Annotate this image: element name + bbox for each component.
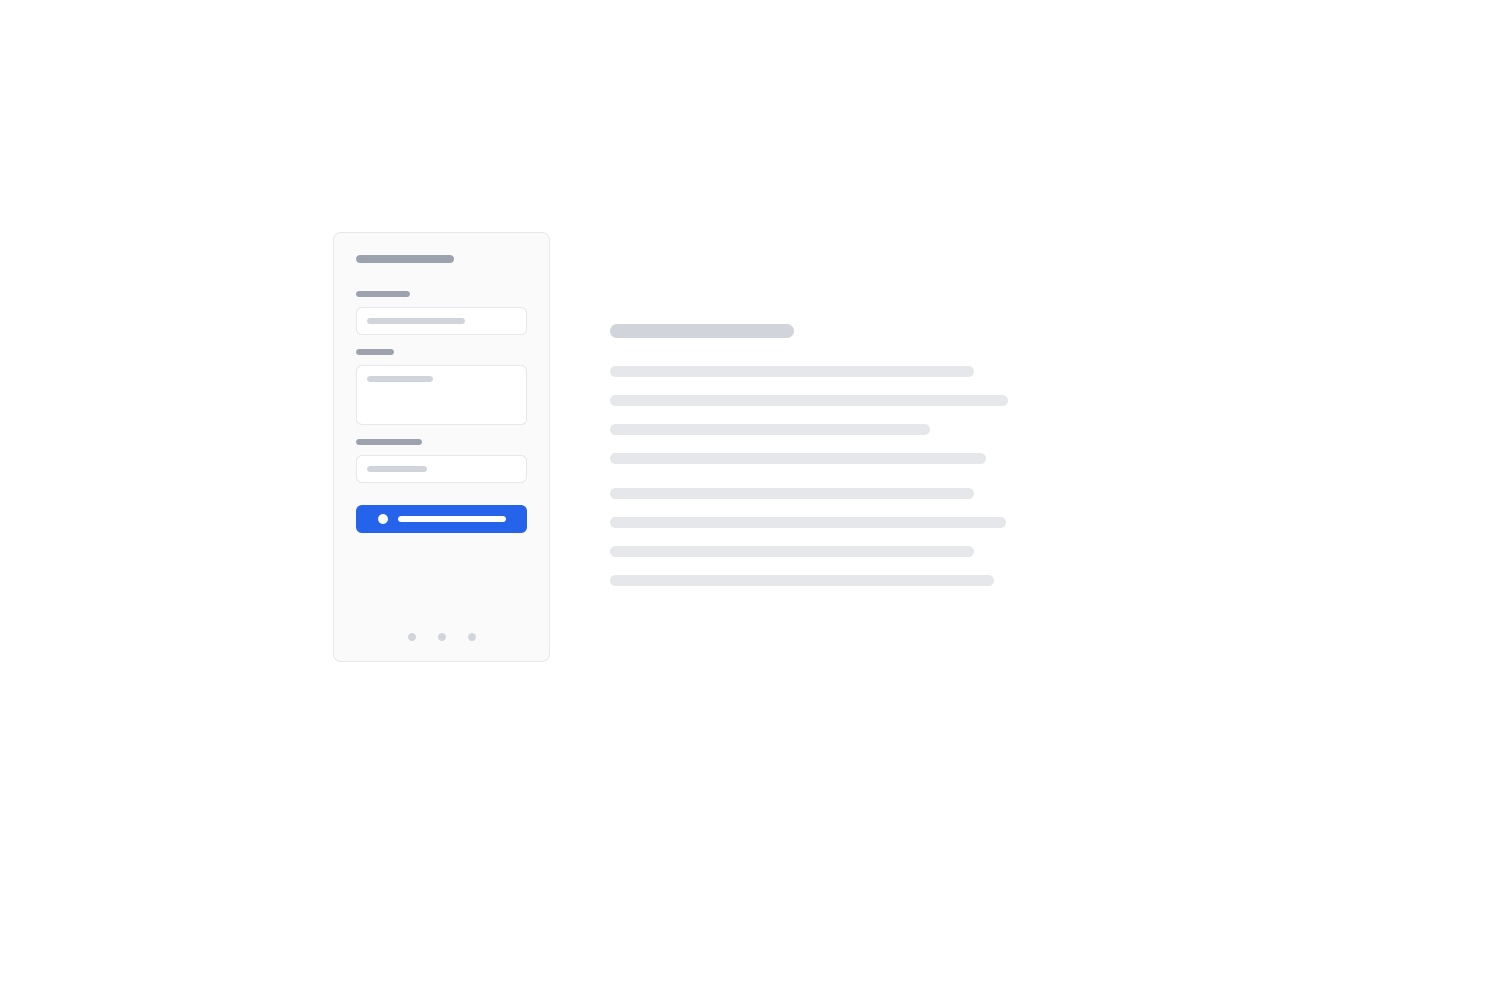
content-line <box>610 575 994 586</box>
form-group-3 <box>356 439 527 483</box>
form-panel <box>333 232 550 662</box>
text-input-1[interactable] <box>356 307 527 335</box>
pagination-dot-2[interactable] <box>438 633 446 641</box>
content-area <box>610 232 1008 662</box>
field-label-1 <box>356 291 410 297</box>
input-placeholder-1 <box>367 318 465 324</box>
pagination-dots <box>408 633 476 641</box>
submit-button[interactable] <box>356 505 527 533</box>
form-title <box>356 255 454 263</box>
content-line <box>610 546 974 557</box>
pagination-dot-3[interactable] <box>468 633 476 641</box>
submit-label <box>398 516 506 522</box>
content-line <box>610 453 986 464</box>
form-group-2 <box>356 349 527 425</box>
field-label-3 <box>356 439 422 445</box>
text-input-2[interactable] <box>356 455 527 483</box>
textarea-input[interactable] <box>356 365 527 425</box>
content-paragraph-2 <box>610 488 1008 586</box>
form-group-1 <box>356 291 527 335</box>
content-paragraph-1 <box>610 366 1008 464</box>
content-line <box>610 517 1006 528</box>
content-line <box>610 488 974 499</box>
content-line <box>610 395 1008 406</box>
submit-icon <box>378 514 388 524</box>
textarea-placeholder <box>367 376 433 382</box>
field-label-2 <box>356 349 394 355</box>
content-heading <box>610 324 794 338</box>
pagination-dot-1[interactable] <box>408 633 416 641</box>
content-line <box>610 366 974 377</box>
input-placeholder-2 <box>367 466 427 472</box>
content-line <box>610 424 930 435</box>
